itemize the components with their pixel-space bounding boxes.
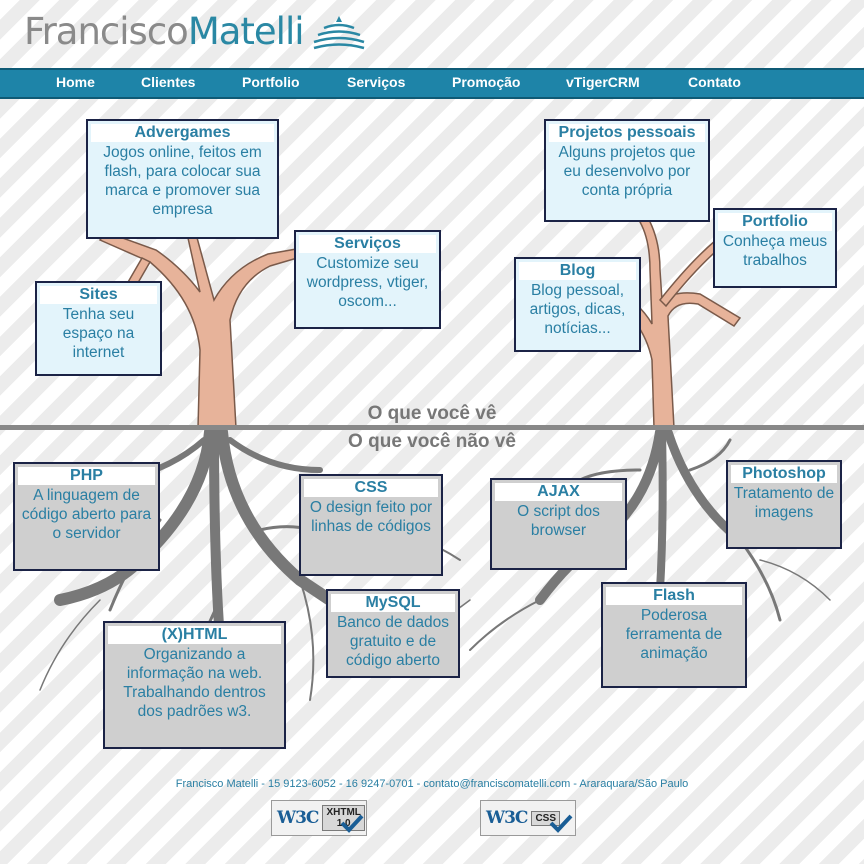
checkmark-icon bbox=[340, 814, 364, 833]
card-description: Poderosa ferramenta de animação bbox=[625, 607, 723, 662]
card-projetos-pessoais[interactable]: Projetos pessoais Alguns projetos que eu… bbox=[544, 119, 710, 222]
card-css[interactable]: CSS O design feito por linhas de códigos bbox=[299, 474, 443, 576]
card-blog[interactable]: Blog Blog pessoal, artigos, dicas, notíc… bbox=[514, 257, 641, 352]
card-description: Conheça meus trabalhos bbox=[722, 233, 828, 269]
card-title: Portfolio bbox=[718, 213, 832, 231]
w3c-xhtml-badge[interactable]: W3C XHTML 1.0 bbox=[271, 800, 367, 836]
card-advergames[interactable]: Advergames Jogos online, feitos em flash… bbox=[86, 119, 279, 239]
w3c-logo: W3C bbox=[277, 808, 319, 828]
hidden-label: O que você não vê bbox=[348, 431, 516, 452]
card-description: O script dos browser bbox=[517, 503, 600, 539]
card-description: Tratamento de imagens bbox=[733, 485, 835, 521]
card-title: Blog bbox=[519, 262, 636, 280]
card-flash[interactable]: Flash Poderosa ferramenta de animação bbox=[601, 582, 747, 688]
card-portfolio[interactable]: Portfolio Conheça meus trabalhos bbox=[713, 208, 837, 288]
card-mysql[interactable]: MySQL Banco de dados gratuito e de códig… bbox=[326, 589, 460, 678]
card-title: Flash bbox=[606, 587, 742, 605]
card-title: PHP bbox=[18, 467, 155, 485]
card-title: Projetos pessoais bbox=[549, 124, 705, 142]
card-description: Blog pessoal, artigos, dicas, notícias..… bbox=[529, 282, 626, 337]
card-description: Jogos online, feitos em flash, para colo… bbox=[103, 144, 262, 218]
footer-contact: Francisco Matelli - 15 9123-6052 - 16 92… bbox=[175, 778, 689, 790]
card-title: Advergames bbox=[91, 124, 274, 142]
card-title: Sites bbox=[40, 286, 157, 304]
card-servicos[interactable]: Serviços Customize seu wordpress, vtiger… bbox=[294, 230, 441, 329]
card-title: MySQL bbox=[331, 594, 455, 612]
card-ajax[interactable]: AJAX O script dos browser bbox=[490, 478, 627, 570]
card-description: Tenha seu espaço na internet bbox=[62, 306, 135, 361]
card-sites[interactable]: Sites Tenha seu espaço na internet bbox=[35, 281, 162, 376]
card-description: A linguagem de código aberto para o serv… bbox=[21, 487, 152, 542]
card-title: Photoshop bbox=[731, 465, 837, 483]
card-description: O design feito por linhas de códigos bbox=[309, 499, 433, 535]
card-title: (X)HTML bbox=[108, 626, 281, 644]
w3c-css-badge[interactable]: W3C CSS bbox=[480, 800, 576, 836]
card-description: Organizando a informação na web. Trabalh… bbox=[123, 646, 266, 720]
card-title: AJAX bbox=[495, 483, 622, 501]
checkmark-icon bbox=[549, 814, 573, 833]
card-description: Banco de dados gratuito e de código aber… bbox=[336, 614, 450, 669]
card-photoshop[interactable]: Photoshop Tratamento de imagens bbox=[726, 460, 842, 549]
card-description: Alguns projetos que eu desenvolvo por co… bbox=[558, 144, 696, 199]
card-title: Serviços bbox=[299, 235, 436, 253]
card-php[interactable]: PHP A linguagem de código aberto para o … bbox=[13, 462, 160, 571]
w3c-logo: W3C bbox=[486, 808, 528, 828]
card-xhtml[interactable]: (X)HTML Organizando a informação na web.… bbox=[103, 621, 286, 749]
card-title: CSS bbox=[304, 479, 438, 497]
visible-label: O que você vê bbox=[367, 403, 497, 424]
ground-divider bbox=[0, 425, 864, 430]
card-description: Customize seu wordpress, vtiger, oscom..… bbox=[306, 255, 429, 310]
